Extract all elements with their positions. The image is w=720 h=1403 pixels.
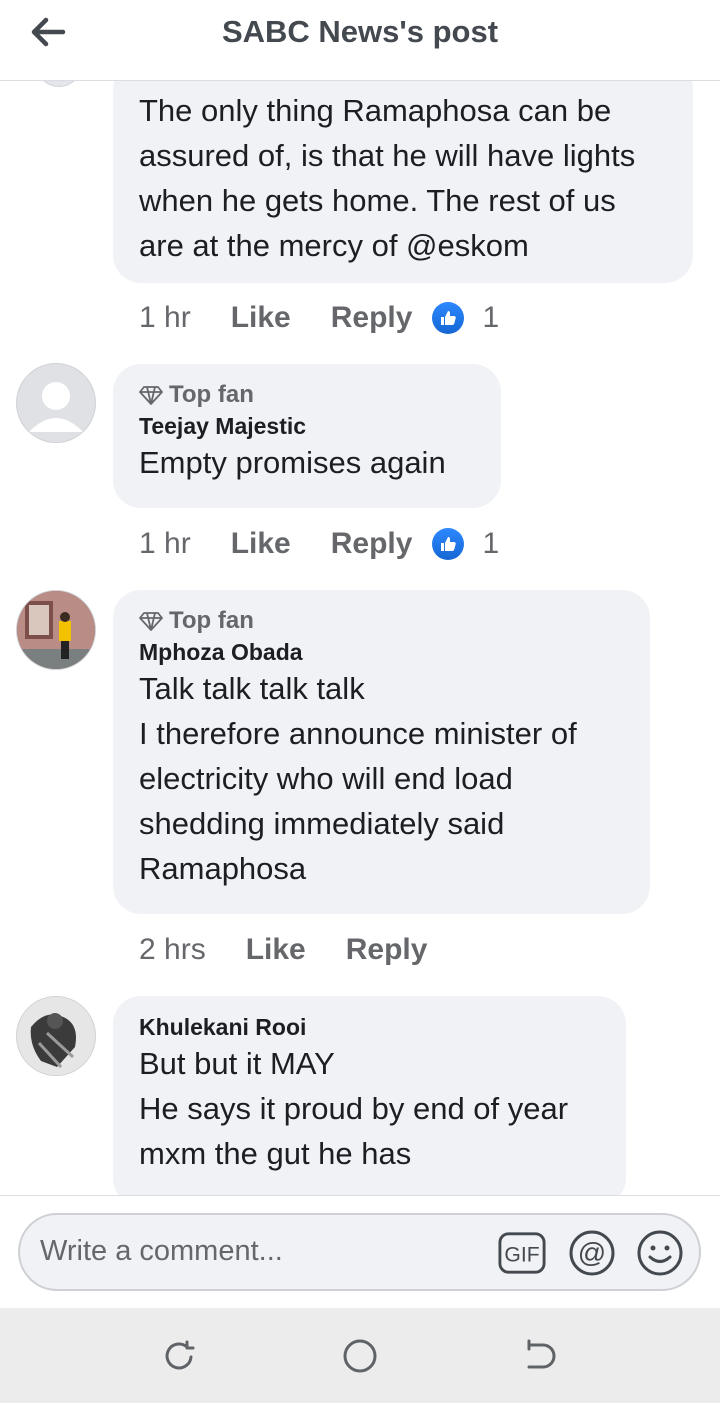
back-nav-button[interactable]	[520, 1336, 560, 1376]
comment-actions: 2 hrs Like Reply	[139, 930, 447, 970]
thumbs-up-icon	[432, 302, 465, 334]
top-fan-label: Top fan	[169, 381, 254, 408]
comment-bubble[interactable]: Khulekani Rooi But but it MAY He says it…	[113, 996, 626, 1195]
page-title: SABC News's post	[221, 14, 499, 49]
like-button[interactable]: Like	[246, 933, 306, 967]
reaction-summary[interactable]: 1	[432, 527, 499, 561]
avatar[interactable]	[16, 590, 96, 670]
top-fan-badge: Top fan	[139, 380, 475, 410]
avatar[interactable]	[16, 996, 96, 1076]
top-fan-label: Top fan	[169, 607, 254, 634]
comment-time[interactable]: 1 hr	[139, 301, 191, 335]
comment-composer: GIF @	[18, 1213, 701, 1291]
system-navigation-bar	[0, 1308, 720, 1403]
recent-apps-button[interactable]	[160, 1336, 200, 1376]
default-avatar-icon	[29, 382, 83, 432]
back-nav-icon	[527, 1339, 556, 1369]
home-circle-icon	[343, 1339, 377, 1373]
gif-icon: GIF	[498, 1232, 546, 1274]
like-button[interactable]: Like	[231, 301, 291, 335]
comment-time[interactable]: 1 hr	[139, 527, 191, 561]
user-photo-icon	[17, 997, 95, 1075]
reaction-count: 1	[482, 527, 500, 560]
comment-author[interactable]: Mphoza Obada	[139, 639, 624, 666]
comment-author[interactable]: Teejay Majestic	[139, 413, 475, 440]
smiley-icon	[637, 1230, 683, 1276]
emoji-button[interactable]	[636, 1229, 684, 1277]
mention-button[interactable]: @	[568, 1229, 616, 1277]
comment-time[interactable]: 2 hrs	[139, 933, 206, 967]
comments-feed[interactable]: The only thing Ramaphosa can be assured …	[0, 81, 720, 1195]
recent-apps-icon	[165, 1340, 195, 1370]
comment-text: Talk talk talk talk I therefore announce…	[139, 671, 577, 886]
diamond-icon	[139, 612, 163, 631]
comment-author[interactable]: Khulekani Rooi	[139, 1014, 600, 1041]
avatar[interactable]	[36, 81, 82, 87]
svg-text:GIF: GIF	[504, 1244, 539, 1267]
thumbs-up-icon	[432, 528, 465, 560]
at-icon: @	[569, 1230, 615, 1276]
like-button[interactable]: Like	[231, 527, 291, 561]
comment-bubble[interactable]: Top fan Mphoza Obada Talk talk talk talk…	[113, 590, 650, 914]
comment-actions: 1 hr Like Reply 1	[139, 524, 499, 564]
comment-text: The only thing Ramaphosa can be assured …	[139, 93, 636, 263]
comment-input[interactable]	[40, 1235, 480, 1268]
diamond-icon	[139, 386, 163, 405]
comment-bubble[interactable]: The only thing Ramaphosa can be assured …	[113, 81, 693, 283]
comment-text: But but it MAY He says it proud by end o…	[139, 1046, 569, 1171]
comment-bubble[interactable]: Top fan Teejay Majestic Empty promises a…	[113, 364, 501, 508]
reaction-summary[interactable]: 1	[432, 301, 499, 335]
gif-button[interactable]: GIF	[498, 1229, 546, 1277]
user-photo-icon	[17, 591, 95, 669]
reply-button[interactable]: Reply	[346, 933, 428, 967]
top-bar: SABC News's post	[0, 0, 720, 81]
home-button[interactable]	[340, 1336, 380, 1376]
svg-text:@: @	[578, 1237, 606, 1268]
reply-button[interactable]: Reply	[331, 527, 413, 561]
comment-composer-bar: GIF @	[0, 1195, 720, 1309]
avatar[interactable]	[16, 363, 96, 443]
comment-actions: 1 hr Like Reply 1	[139, 298, 499, 338]
top-fan-badge: Top fan	[139, 606, 624, 636]
reaction-count: 1	[482, 301, 500, 334]
reply-button[interactable]: Reply	[331, 301, 413, 335]
comment-text: Empty promises again	[139, 445, 446, 480]
